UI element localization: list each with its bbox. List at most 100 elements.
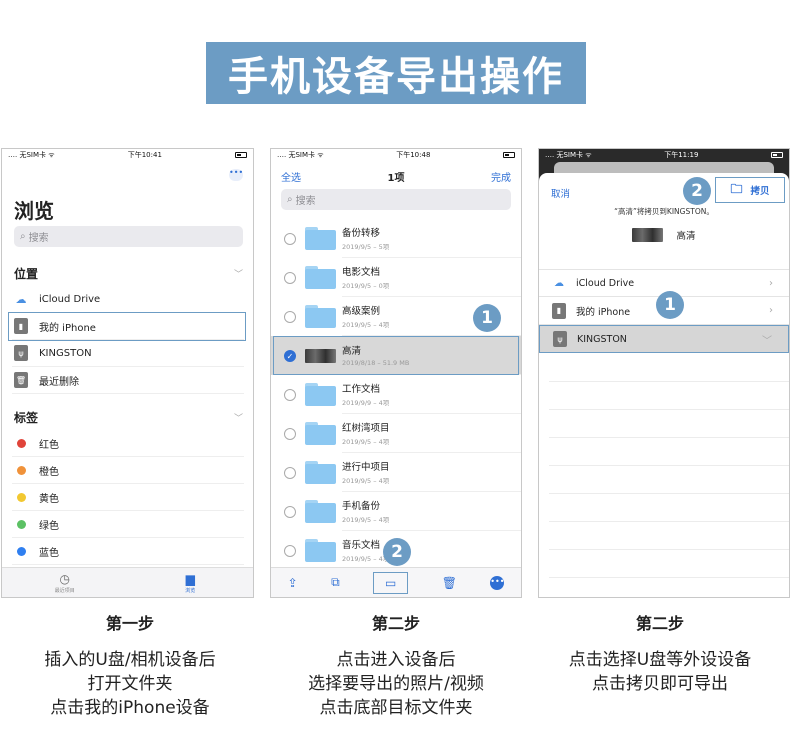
locations-header[interactable]: 位置 ﹀ xyxy=(14,265,243,282)
status-time: 下午10:41 xyxy=(127,151,162,159)
carrier-text: …. 无SIM卡 ᯤ xyxy=(8,151,55,159)
location-label: 我的 iPhone xyxy=(576,306,631,318)
folder-icon xyxy=(305,383,336,406)
tab-label: 最近项目 xyxy=(54,587,75,594)
item-preview: 高清 xyxy=(539,228,789,242)
cancel-button[interactable]: 取消 xyxy=(551,186,570,200)
folder-plus-icon: 🗀 xyxy=(730,181,743,196)
chevron-down-icon: ﹀ xyxy=(233,270,243,280)
caption-title: 第二步 xyxy=(635,614,684,633)
status-bar: …. 无SIM卡 ᯤ 下午10:48 xyxy=(271,149,521,161)
location-label: iCloud Drive xyxy=(576,277,635,289)
cloud-icon: ☁ xyxy=(554,277,564,289)
step-badge-1: 1 xyxy=(656,291,684,319)
file-name: 手机备份 xyxy=(342,501,381,512)
folder-icon xyxy=(305,422,336,445)
location-icloud-drive[interactable]: ☁ iCloud Drive xyxy=(12,286,244,313)
caption-line: 打开文件夹 xyxy=(87,674,173,694)
chevron-down-icon: ﹀ xyxy=(233,414,243,424)
tag-label: 绿色 xyxy=(39,520,59,532)
select-radio[interactable] xyxy=(284,466,296,479)
more-icon[interactable]: ••• xyxy=(490,575,504,590)
tag-green[interactable]: 绿色 xyxy=(12,511,244,538)
bottom-toolbar: ⇪ ⧉ ▭ 🗑 ••• xyxy=(271,567,521,597)
share-icon[interactable]: ⇪ xyxy=(288,576,298,590)
done-button[interactable]: 完成 xyxy=(491,169,511,184)
move-to-folder-icon[interactable]: ▭ xyxy=(373,571,409,594)
select-radio[interactable] xyxy=(284,388,296,401)
file-meta: 2019/9/5 – 4项 xyxy=(342,516,390,524)
tab-bar: ◷ 最近项目 ▆ 浏览 xyxy=(2,567,253,597)
file-meta: 2019/9/9 – 4项 xyxy=(342,399,390,407)
carrier-text: …. 无SIM卡 ᯤ xyxy=(545,151,592,159)
caption-line: 选择要导出的照片/视频 xyxy=(308,674,484,694)
step-caption-2: 第二步 点击进入设备后 选择要导出的照片/视频 点击底部目标文件夹 xyxy=(266,610,526,720)
select-all-button[interactable]: 全选 xyxy=(281,169,301,184)
folder-icon xyxy=(305,539,336,562)
caption-title: 第一步 xyxy=(105,614,154,633)
tab-recent[interactable]: ◷ 最近项目 xyxy=(2,568,128,597)
tab-browse[interactable]: ▆ 浏览 xyxy=(128,568,254,597)
location-kingston-selected[interactable]: ψ KINGSTON ﹀ xyxy=(539,325,789,353)
copy-sheet: 取消 🗀 拷贝 2 “高清”将拷贝到KINGSTON。 高清 ☁ iCloud … xyxy=(539,173,789,597)
search-icon: ⌕ xyxy=(287,194,293,205)
tags-header[interactable]: 标签 ﹀ xyxy=(14,409,243,426)
file-row[interactable]: 红树湾项目 2019/9/5 – 4项 xyxy=(271,414,521,453)
clock-icon: ◷ xyxy=(59,571,70,586)
usb-icon: ψ xyxy=(12,344,30,362)
tag-color-dot xyxy=(17,546,26,556)
tag-color-dot xyxy=(17,519,26,529)
search-input[interactable]: ⌕ 搜索 xyxy=(281,189,511,210)
file-name: 电影文档 xyxy=(342,267,381,278)
caption-line: 点击底部目标文件夹 xyxy=(319,698,473,718)
cloud-icon: ☁ xyxy=(15,292,27,306)
copy-button[interactable]: 🗀 拷贝 xyxy=(715,177,785,203)
battery-icon xyxy=(771,152,783,158)
copy-label: 拷贝 xyxy=(750,186,770,197)
select-radio[interactable] xyxy=(284,505,296,518)
search-placeholder: 搜索 xyxy=(28,233,49,244)
tag-label: 蓝色 xyxy=(39,547,59,559)
battery-icon xyxy=(503,152,515,158)
location-kingston[interactable]: ψ KINGSTON xyxy=(12,340,244,367)
tag-label: 橙色 xyxy=(39,466,59,478)
trash-icon[interactable]: 🗑 xyxy=(442,576,457,590)
file-name: 音乐文档 xyxy=(342,540,381,551)
folder-icon xyxy=(305,227,336,250)
chevron-right-icon: › xyxy=(769,305,773,316)
select-radio[interactable] xyxy=(284,427,296,440)
location-label: KINGSTON xyxy=(39,347,92,359)
more-options-button[interactable]: ••• xyxy=(229,169,243,181)
search-placeholder: 搜索 xyxy=(295,196,316,207)
location-label: 最近删除 xyxy=(39,376,79,388)
select-radio[interactable] xyxy=(284,544,296,557)
tag-red[interactable]: 红色 xyxy=(12,430,244,457)
file-row[interactable]: 电影文档 2019/9/5 – 0项 xyxy=(271,258,521,297)
file-row[interactable]: 手机备份 2019/9/5 – 4项 xyxy=(271,492,521,531)
step-badge-1: 1 xyxy=(473,304,501,332)
caption-line: 点击进入设备后 xyxy=(336,650,456,670)
file-row[interactable]: 备份转移 2019/9/5 – 5项 xyxy=(271,219,521,258)
folder-icon xyxy=(305,305,336,328)
phone-screen-copy: …. 无SIM卡 ᯤ 下午11:19 取消 🗀 拷贝 2 “高清”将拷贝到KIN… xyxy=(538,148,790,598)
location-recently-deleted[interactable]: 🗑 最近删除 xyxy=(12,367,244,394)
divider xyxy=(549,437,789,438)
file-row[interactable]: 进行中项目 2019/9/5 – 4项 xyxy=(271,453,521,492)
battery-icon xyxy=(235,152,247,158)
nav-bar: 全选 1项 完成 xyxy=(281,169,511,184)
file-name: 进行中项目 xyxy=(342,462,390,473)
file-name: 红树湾项目 xyxy=(342,423,390,434)
duplicate-icon[interactable]: ⧉ xyxy=(331,575,340,590)
select-radio[interactable] xyxy=(284,271,296,284)
select-radio[interactable] xyxy=(284,232,296,245)
file-meta: 2019/9/5 – 4项 xyxy=(342,438,390,446)
video-thumbnail xyxy=(632,228,664,242)
tag-blue[interactable]: 蓝色 xyxy=(12,538,244,565)
tag-orange[interactable]: 橙色 xyxy=(12,457,244,484)
file-row[interactable]: 工作文档 2019/9/9 – 4项 xyxy=(271,375,521,414)
caption-line: 插入的U盘/相机设备后 xyxy=(44,650,216,670)
search-input[interactable]: ⌕ 搜索 xyxy=(14,226,243,247)
tag-yellow[interactable]: 黄色 xyxy=(12,484,244,511)
select-radio[interactable] xyxy=(284,310,296,323)
file-meta: 2019/9/5 – 0项 xyxy=(342,282,390,290)
